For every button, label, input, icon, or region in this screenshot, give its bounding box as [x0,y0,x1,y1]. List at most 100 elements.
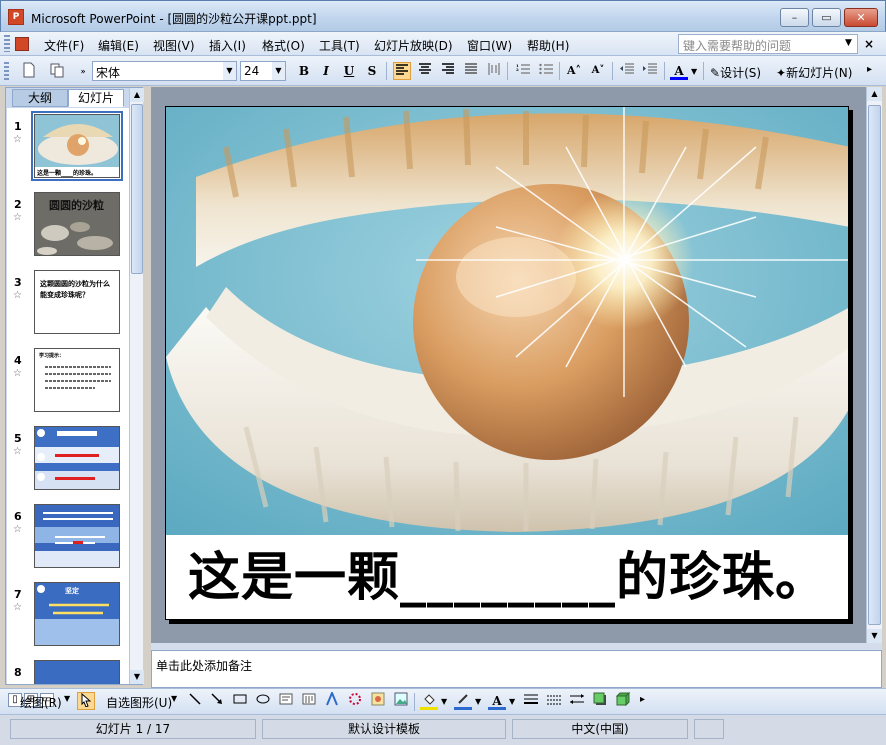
slide-scrollbar[interactable]: ▲ ▼ [866,87,882,643]
bold-button[interactable]: B [295,62,313,80]
toolbar-separator [414,693,415,711]
drawing-font-color-dropdown-icon[interactable]: ▼ [509,697,515,706]
scroll-up-icon[interactable]: ▲ [867,87,882,101]
picture-icon[interactable] [392,692,410,710]
menu-file[interactable]: 文件(F) [44,37,84,54]
scrollbar-thumb[interactable] [131,104,143,274]
menu-window[interactable]: 窗口(W) [467,37,512,54]
autoshapes-menu-button[interactable]: 自选图形(U) [106,694,172,711]
toolbar-options-icon[interactable]: » [74,62,92,80]
current-slide[interactable]: 这是一颗________的珍珠。 [165,106,849,620]
font-color-dropdown-icon[interactable]: ▼ [691,67,697,76]
slide-thumbnail-8[interactable] [34,660,120,684]
menu-format[interactable]: 格式(O) [262,37,305,54]
notes-splitter[interactable] [151,643,882,650]
clipart-icon[interactable] [369,692,387,710]
draw-dropdown-icon[interactable]: ▼ [64,694,70,703]
slide-thumbnail-5[interactable] [34,426,120,490]
align-right-icon[interactable] [439,62,457,80]
draw-menu-button[interactable]: 绘图(R) [20,694,62,711]
restore-button[interactable]: ▭ [812,8,841,27]
line-color-dropdown-icon[interactable]: ▼ [475,697,481,706]
menu-view[interactable]: 视图(V) [153,37,195,54]
chevron-down-icon[interactable]: ▼ [223,62,236,80]
numbering-icon[interactable]: 12 [514,62,532,80]
tab-outline[interactable]: 大纲 [12,89,68,107]
tab-slides[interactable]: 幻灯片 [68,89,124,107]
italic-button[interactable]: I [317,62,335,80]
increase-font-button[interactable]: A˄ [565,62,583,80]
status-template[interactable]: 默认设计模板 [262,719,506,739]
toolbar-overflow-icon[interactable]: ▸ [867,64,872,75]
select-arrow-icon[interactable] [77,692,95,710]
design-button[interactable]: ✎设计(S) [710,64,761,81]
new-slide-button[interactable]: ✦新幻灯片(N) [776,64,852,81]
justify-icon[interactable] [462,62,480,80]
scroll-down-icon[interactable]: ▼ [130,670,144,684]
menu-tools[interactable]: 工具(T) [319,37,360,54]
vertical-textbox-icon[interactable] [300,692,318,710]
drawing-toolbar-overflow-icon[interactable]: ▸ [640,694,645,705]
font-name-select[interactable]: 宋体 ▼ [92,61,237,81]
decrease-indent-icon[interactable] [618,62,636,80]
increase-indent-icon[interactable] [641,62,659,80]
minimize-button[interactable]: – [780,8,809,27]
line-icon[interactable] [186,692,204,710]
font-color-button[interactable]: A [670,62,688,80]
copy-icon[interactable] [48,62,66,80]
menu-slideshow[interactable]: 幻灯片放映(D) [374,37,453,54]
align-center-icon[interactable] [416,62,434,80]
font-size-select[interactable]: 24 ▼ [240,61,286,81]
chevron-down-icon[interactable]: ▼ [272,62,285,80]
fill-color-dropdown-icon[interactable]: ▼ [441,697,447,706]
slide-thumbnail-1[interactable]: 这是一颗____的珍珠。 [31,111,123,181]
drawing-font-color-button[interactable]: A [488,692,506,710]
oval-icon[interactable] [254,692,272,710]
dash-style-icon[interactable] [545,692,563,710]
textbox-icon[interactable] [277,692,295,710]
line-color-icon[interactable] [454,692,472,710]
line-style-icon[interactable] [522,692,540,710]
scroll-up-icon[interactable]: ▲ [130,88,144,102]
distribute-icon[interactable] [485,62,503,80]
autoshapes-dropdown-icon[interactable]: ▼ [171,694,177,703]
slide-caption[interactable]: 这是一颗________的珍珠。 [166,535,848,610]
slide-thumbnail-7[interactable]: 坚定 [34,582,120,646]
slide-number: 8 [14,666,22,679]
close-button[interactable]: ✕ [844,8,878,27]
menu-grip[interactable] [4,35,10,52]
underline-button[interactable]: U [340,62,358,80]
diagram-icon[interactable] [346,692,364,710]
arrow-style-icon[interactable] [568,692,586,710]
powerpoint-icon[interactable]: P [8,9,24,25]
shadow-style-icon[interactable] [591,692,609,710]
document-icon[interactable] [15,37,29,51]
slide-thumbnail-4[interactable]: 学习提示： [34,348,120,412]
document-close-button[interactable]: × [864,37,874,51]
bullets-icon[interactable] [537,62,555,80]
help-search-input[interactable]: 键入需要帮助的问题 [678,34,858,54]
help-dropdown-icon[interactable]: ▼ [845,38,852,48]
status-language[interactable]: 中文(中国) [512,719,688,739]
3d-style-icon[interactable] [614,691,632,710]
rectangle-icon[interactable] [231,692,249,710]
slide-number: 5 [14,432,22,445]
menu-insert[interactable]: 插入(I) [209,37,246,54]
menu-edit[interactable]: 编辑(E) [98,37,139,54]
fill-color-icon[interactable] [420,692,438,710]
thumbnail-scrollbar[interactable]: ▲ ▼ [129,88,144,684]
shadow-button[interactable]: S [363,62,381,80]
scrollbar-thumb[interactable] [868,105,881,625]
notes-pane[interactable]: 单击此处添加备注 [151,650,882,688]
slide-thumbnail-2[interactable]: 圆圆的沙粒 [34,192,120,256]
arrow-icon[interactable] [208,692,226,710]
toolbar-grip[interactable] [4,62,9,80]
menu-help[interactable]: 帮助(H) [527,37,569,54]
wordart-icon[interactable] [323,690,341,710]
align-left-icon[interactable] [393,62,411,80]
slide-thumbnail-6[interactable] [34,504,120,568]
decrease-font-button[interactable]: A˅ [589,62,607,80]
scroll-down-icon[interactable]: ▼ [867,629,882,643]
new-icon[interactable] [20,62,38,80]
slide-thumbnail-3[interactable]: 这颗圆圆的沙粒为什么能变成珍珠呢？ [34,270,120,334]
